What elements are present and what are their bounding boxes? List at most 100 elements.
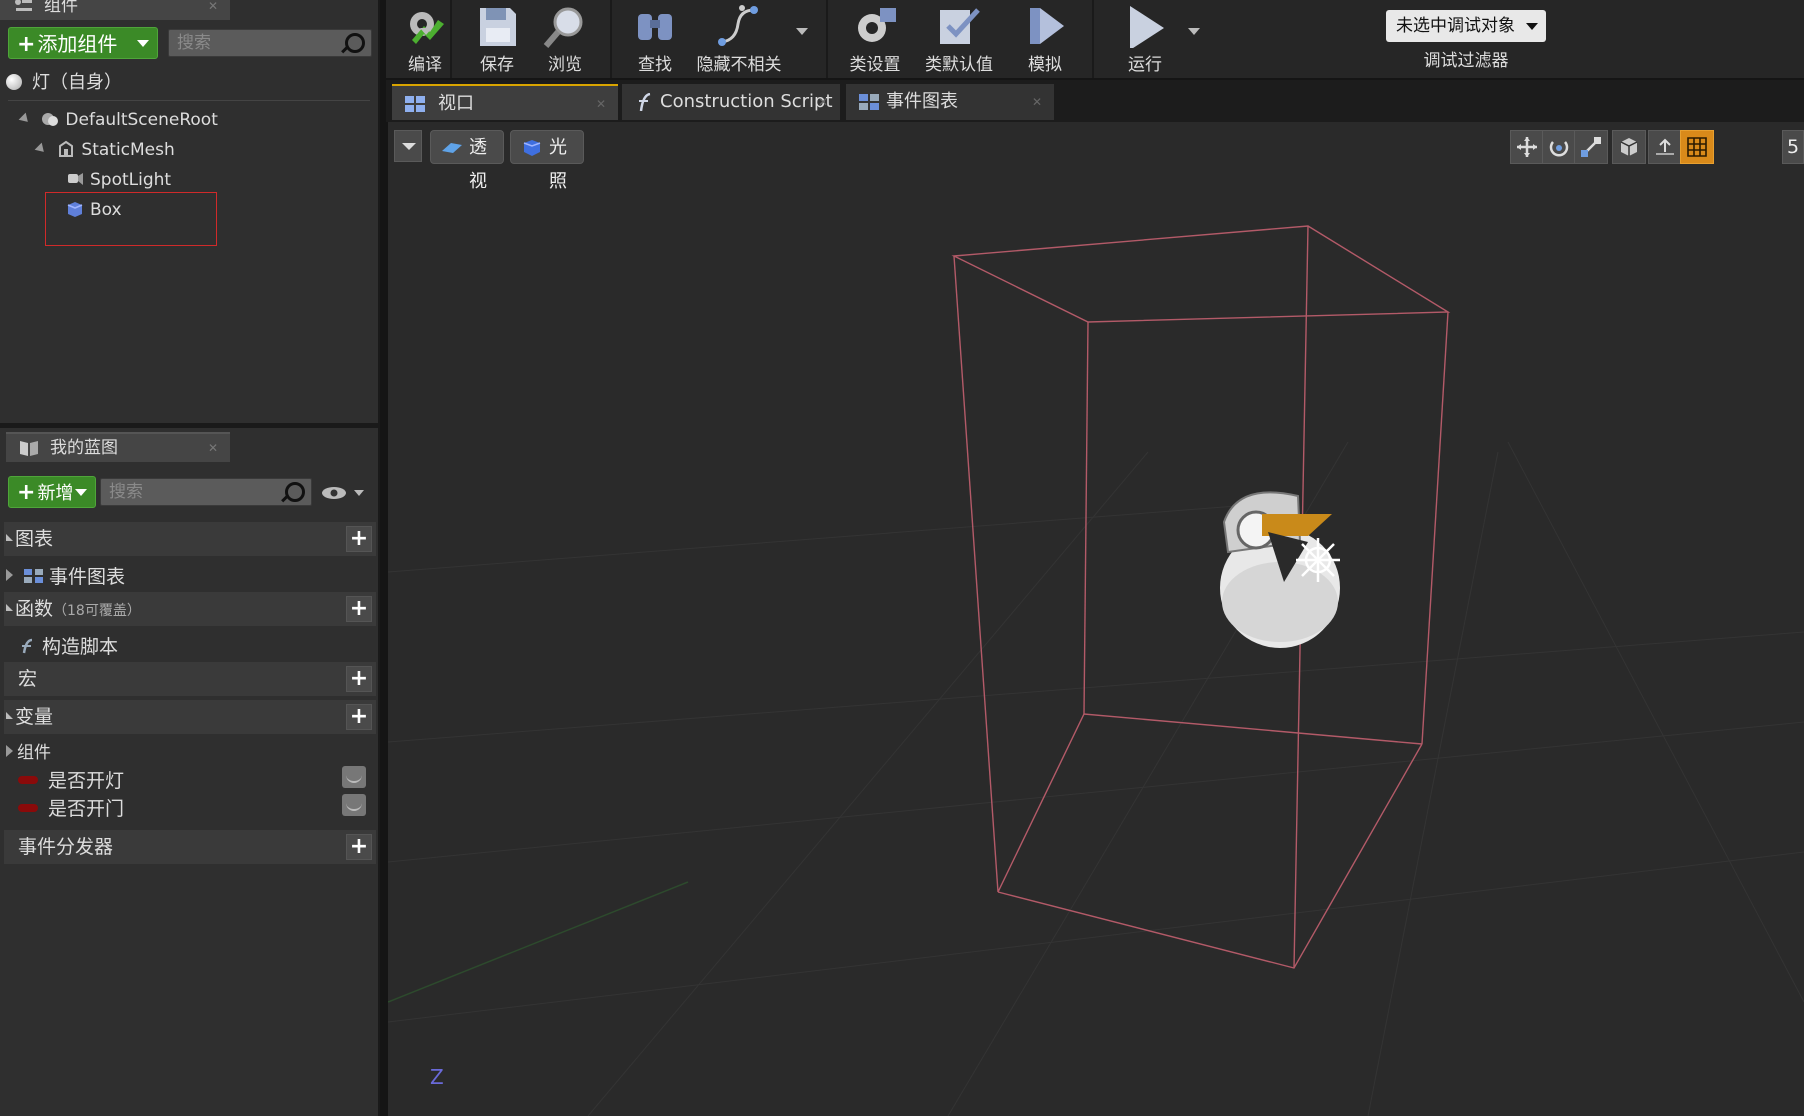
move-arrows-icon	[1517, 137, 1537, 157]
variables-category[interactable]: 变量 +	[4, 700, 376, 734]
visibility-eye-icon[interactable]	[342, 794, 366, 816]
divider	[8, 100, 370, 101]
add-macro-button[interactable]: +	[346, 666, 372, 692]
add-component-button[interactable]: + 添加组件	[8, 27, 158, 59]
magnifier-icon	[543, 7, 583, 48]
components-tab-label: 组件	[44, 0, 78, 16]
surface-snapping-button[interactable]	[1648, 130, 1682, 164]
tab-construction-script[interactable]: Construction Script ✕	[622, 84, 840, 120]
close-icon[interactable]: ✕	[1032, 84, 1042, 120]
save-button[interactable]: 保存	[458, 0, 536, 78]
world-local-toggle-button[interactable]	[1612, 130, 1646, 164]
tree-item-spotlight[interactable]: SpotLight	[66, 170, 171, 190]
box-wireframe[interactable]	[951, 225, 1451, 969]
static-mesh-icon	[59, 140, 74, 157]
spotlight-actor[interactable]	[1220, 491, 1340, 648]
viewport-scene[interactable]: Z	[388, 122, 1804, 1116]
translate-mode-button[interactable]	[1510, 130, 1544, 164]
components-tab[interactable]: 组件 ✕	[0, 0, 230, 20]
event-graph-icon	[859, 94, 879, 110]
expand-arrow-icon[interactable]	[34, 142, 48, 156]
tree-item-label: DefaultSceneRoot	[65, 110, 218, 130]
debug-object-value: 未选中调试对象	[1396, 16, 1515, 36]
visibility-eye-icon[interactable]	[342, 766, 366, 788]
hide-unrelated-button[interactable]: 隐藏不相关	[692, 0, 786, 78]
hide-unrelated-chevron-icon[interactable]	[796, 28, 808, 35]
graphs-category[interactable]: 图表 +	[4, 522, 376, 556]
class-defaults-label: 类默认值	[925, 55, 993, 75]
variable-item-door-open[interactable]: 是否开门	[14, 794, 374, 821]
event-graph-item[interactable]: 事件图表	[6, 562, 125, 589]
debug-object-select[interactable]: 未选中调试对象	[1386, 10, 1546, 42]
chevron-down-icon	[137, 40, 149, 47]
close-icon[interactable]: ✕	[208, 434, 218, 462]
components-variable-group[interactable]: 组件	[6, 738, 51, 763]
close-icon[interactable]: ✕	[208, 0, 218, 20]
viewport-options-dropdown[interactable]	[394, 130, 422, 162]
new-button[interactable]: + 新增	[8, 476, 96, 508]
search-icon[interactable]	[345, 33, 365, 53]
function-icon	[639, 93, 651, 111]
grid-size-value[interactable]: 5	[1782, 130, 1804, 164]
add-component-label: 添加组件	[37, 32, 118, 56]
macros-category[interactable]: 宏 +	[4, 662, 376, 696]
add-variable-button[interactable]: +	[346, 704, 372, 730]
collapse-arrow-icon[interactable]	[6, 534, 13, 541]
compile-button[interactable]: 编译	[386, 0, 464, 78]
class-defaults-button[interactable]: 类默认值	[920, 0, 998, 78]
expand-arrow-icon[interactable]	[6, 569, 13, 581]
functions-category[interactable]: 函数（18可覆盖） +	[4, 592, 376, 626]
scale-icon	[1581, 137, 1601, 157]
find-button[interactable]: 查找	[616, 0, 694, 78]
viewport[interactable]: Z 透视 光照 5	[388, 122, 1804, 1116]
toolbar-separator	[826, 0, 828, 78]
tree-item-staticmesh[interactable]: StaticMesh	[34, 140, 175, 160]
lit-mode-button[interactable]: 光照	[510, 130, 584, 192]
construction-script-item[interactable]: 构造脚本	[16, 632, 118, 659]
collapse-arrow-icon[interactable]	[6, 712, 13, 719]
box-selection-highlight	[45, 192, 217, 246]
scale-mode-button[interactable]	[1574, 130, 1608, 164]
my-blueprint-tab[interactable]: 我的蓝图 ✕	[6, 432, 230, 462]
construction-script-label: 构造脚本	[42, 636, 119, 658]
add-function-button[interactable]: +	[346, 596, 372, 622]
rotate-mode-button[interactable]	[1542, 130, 1576, 164]
play-options-chevron-icon[interactable]	[1188, 28, 1200, 35]
toolbar-separator	[610, 0, 612, 78]
event-graph-icon	[24, 569, 44, 583]
blueprint-search-input[interactable]: 搜索	[100, 478, 312, 506]
new-button-label: 新增	[37, 483, 74, 504]
simulate-button[interactable]: 模拟	[1006, 0, 1084, 78]
functions-label: 函数	[15, 598, 54, 620]
event-dispatchers-category[interactable]: 事件分发器 +	[4, 830, 376, 864]
browse-button[interactable]: 浏览	[526, 0, 604, 78]
tab-event-graph[interactable]: 事件图表 ✕	[846, 84, 1054, 120]
self-item[interactable]: 灯（自身）	[6, 68, 122, 94]
components-search-input[interactable]: 搜索	[168, 29, 372, 57]
macros-label: 宏	[18, 668, 38, 690]
grid-snap-toggle-button[interactable]	[1680, 130, 1714, 164]
tree-item-label: SpotLight	[90, 170, 172, 190]
tree-item-defaultsceneroot[interactable]: DefaultSceneRoot	[18, 110, 218, 130]
add-event-dispatcher-button[interactable]: +	[346, 834, 372, 860]
eye-icon[interactable]	[320, 482, 368, 504]
function-icon	[22, 638, 33, 654]
variable-item-light-on[interactable]: 是否开灯	[14, 766, 374, 793]
compile-gear-icon	[410, 12, 444, 44]
close-icon[interactable]: ✕	[818, 84, 828, 120]
search-icon[interactable]	[285, 482, 305, 502]
expand-arrow-icon[interactable]	[18, 112, 32, 126]
play-button[interactable]: 运行	[1106, 0, 1184, 78]
class-settings-button[interactable]: 类设置	[836, 0, 914, 78]
bool-variable-icon	[18, 804, 38, 812]
close-icon[interactable]: ✕	[596, 86, 606, 122]
expand-arrow-icon[interactable]	[6, 745, 13, 757]
collapse-arrow-icon[interactable]	[6, 604, 13, 611]
self-item-label: 灯（自身）	[32, 72, 122, 93]
compile-options-chevron-icon[interactable]	[420, 28, 432, 35]
tab-viewport[interactable]: 视口 ✕	[392, 84, 618, 120]
search-placeholder: 搜索	[177, 33, 211, 53]
perspective-button[interactable]: 透视	[430, 130, 504, 192]
add-graph-button[interactable]: +	[346, 526, 372, 552]
components-panel: 组件 ✕ + 添加组件 搜索 灯（自身） DefaultSceneRoot St…	[0, 0, 378, 423]
